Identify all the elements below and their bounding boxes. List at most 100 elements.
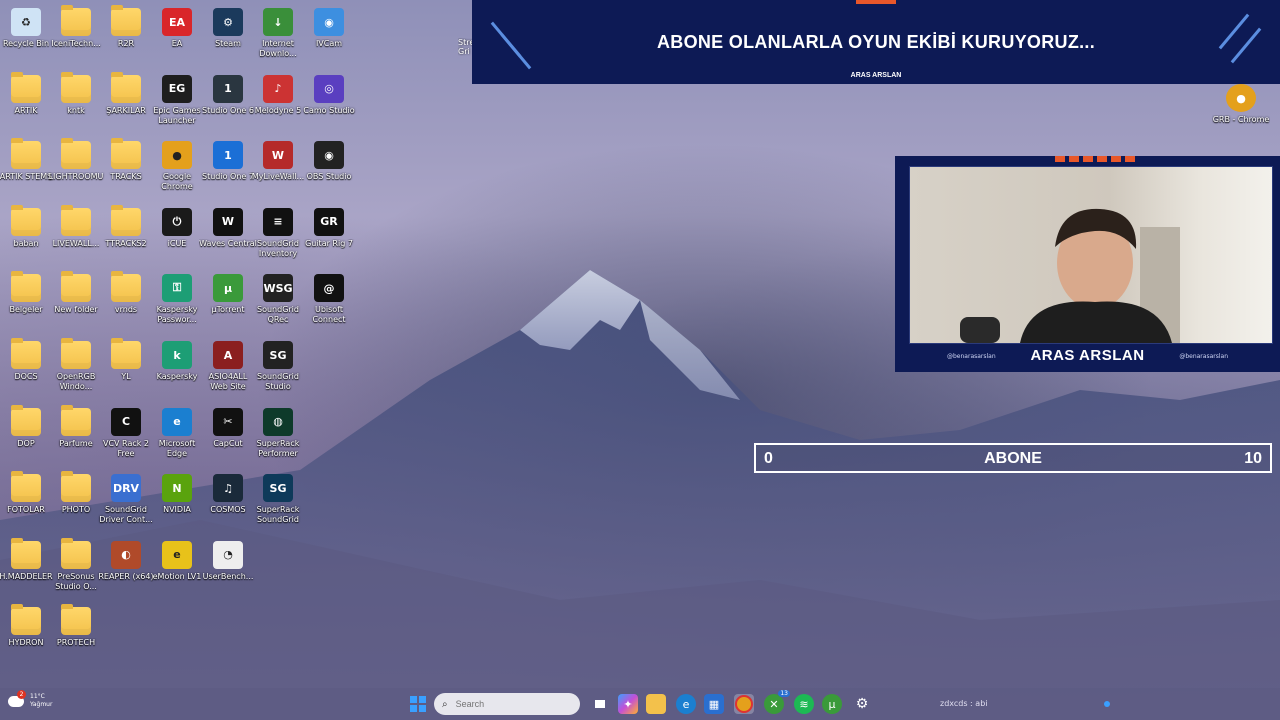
- chrome-button[interactable]: [734, 694, 754, 714]
- webcam-video: [909, 166, 1273, 344]
- desktop-icon[interactable]: GR Guitar Rig 7: [304, 204, 354, 270]
- desktop-icon[interactable]: C VCV Rack 2 Free: [101, 404, 151, 470]
- desktop-icon[interactable]: ● Google Chrome: [152, 137, 202, 203]
- desktop-icon[interactable]: R2R: [101, 4, 151, 70]
- desktop-icon[interactable]: ◉ OBS Studio: [304, 137, 354, 203]
- file-explorer-button[interactable]: [646, 694, 666, 714]
- desktop-icon[interactable]: ♻ Recycle Bin: [1, 4, 51, 70]
- desktop-icon[interactable]: ⚙ Steam: [203, 4, 253, 70]
- desktop-icon[interactable]: ◎ Camo Studio: [303, 71, 355, 137]
- desktop-icon[interactable]: ⚿ Kaspersky Passwor...: [152, 270, 202, 336]
- desktop-icon[interactable]: ✂ CapCut: [203, 404, 253, 470]
- desktop-icon[interactable]: W Waves Central: [199, 204, 257, 270]
- desktop-icon-grb-chrome[interactable]: ● GRB - Chrome: [1213, 80, 1269, 146]
- desktop-icon[interactable]: FOTOLAR: [1, 470, 51, 536]
- desktop-icon-label: SoundGrid Inventory: [257, 238, 299, 258]
- desktop-icon-label: SuperRack Performer: [256, 438, 300, 458]
- desktop-icon[interactable]: A ASIO4ALL Web Site: [203, 337, 253, 403]
- folder-icon: [61, 604, 91, 636]
- desktop-icon[interactable]: Belgeler: [1, 270, 51, 336]
- desktop-icon[interactable]: W MyLiveWall...: [252, 137, 304, 203]
- desktop-icon[interactable]: vrnds: [101, 270, 151, 336]
- desktop-icon[interactable]: DRV SoundGrid Driver Cont...: [99, 470, 153, 536]
- edge-button[interactable]: e: [676, 694, 696, 714]
- desktop-icon[interactable]: TRACKS: [101, 137, 151, 203]
- desktop-icon[interactable]: DOP: [1, 404, 51, 470]
- desktop-icon[interactable]: ◍ SuperRack Performer: [253, 404, 303, 470]
- desktop-icon[interactable]: baban: [1, 204, 51, 270]
- desktop-icon[interactable]: PHOTO: [51, 470, 101, 536]
- desktop-icon-label: NVIDIA: [163, 505, 191, 515]
- desktop-icon[interactable]: e Microsoft Edge: [152, 404, 202, 470]
- desktop-icon[interactable]: ⏻ iCUE: [152, 204, 202, 270]
- desktop-icon[interactable]: @ Ubisoft Connect: [304, 270, 354, 336]
- tray-indicator[interactable]: [1104, 701, 1110, 707]
- icue-icon: ⏻: [162, 207, 192, 236]
- desktop-icon[interactable]: OpenRGB Windo...: [51, 337, 101, 403]
- search-input[interactable]: [453, 698, 548, 710]
- desktop-icon[interactable]: ◐ REAPER (x64): [98, 537, 154, 603]
- start-button[interactable]: [408, 694, 428, 714]
- desktop-icon[interactable]: ARTIK: [1, 71, 51, 137]
- desktop-icon[interactable]: EA EA: [152, 4, 202, 70]
- desktop-icon[interactable]: LIGHTROOMU: [49, 137, 103, 203]
- folder-icon: [11, 204, 41, 236]
- desktop-icon[interactable]: WSG SoundGrid QRec: [253, 270, 303, 336]
- xbox-button[interactable]: ✕ 13: [764, 690, 790, 714]
- xbox-icon: ✕: [769, 697, 779, 711]
- person-silhouette: [960, 208, 1180, 343]
- desktop-icon[interactable]: e eMotion LV1: [152, 537, 202, 603]
- taskbar-search[interactable]: ⌕: [434, 693, 580, 715]
- desktop-icon[interactable]: H.MADDELER: [0, 537, 53, 603]
- desktop-icon[interactable]: SG SoundGrid Studio: [253, 337, 303, 403]
- userbench-icon: ◔: [213, 540, 243, 569]
- desktop-icon[interactable]: µ µTorrent: [203, 270, 253, 336]
- task-view-button[interactable]: [590, 694, 610, 714]
- ubisoft-icon: @: [314, 274, 344, 303]
- desktop-icon[interactable]: HYDRON: [1, 603, 51, 669]
- desktop-icon[interactable]: IceniTechn...: [51, 4, 101, 70]
- folder-icon: [11, 604, 41, 636]
- desktop-icon[interactable]: PROTECH: [51, 603, 101, 669]
- desktop-icon[interactable]: k Kaspersky: [152, 337, 202, 403]
- weather-temp: 11°C: [30, 693, 45, 700]
- desktop-icon[interactable]: ARTIK STEMS: [0, 137, 52, 203]
- weather-widget[interactable]: 2 11°C Yağmur: [8, 689, 52, 709]
- desktop-icon[interactable]: ŞARKILAR: [101, 71, 151, 137]
- desktop-icon[interactable]: ♫ COSMOS: [203, 470, 253, 536]
- desktop-icon[interactable]: TTRACKS2: [101, 204, 151, 270]
- search-icon: ⌕: [442, 698, 448, 710]
- desktop-icon-label: vrnds: [114, 305, 138, 315]
- desktop-icon[interactable]: ≡ SoundGrid Inventory: [253, 204, 303, 270]
- utorrent-button[interactable]: µ: [822, 694, 842, 714]
- desktop-icon-partial-left[interactable]: Stre Gri: [458, 38, 472, 56]
- desktop-icon[interactable]: DOCS: [1, 337, 51, 403]
- desktop-icon-label: EA: [171, 39, 183, 48]
- desktop-icon[interactable]: 1 Studio One 6: [202, 71, 254, 137]
- soundgrid-icon: ≡: [263, 207, 293, 236]
- desktop-icon-label: eMotion LV1: [152, 571, 202, 581]
- spotify-button[interactable]: ≋: [794, 694, 814, 714]
- spotify-icon: ≋: [799, 697, 809, 711]
- chrome-icon: ●: [1226, 84, 1256, 112]
- copilot-button[interactable]: ✦: [618, 694, 638, 714]
- soundgrid-icon: WSG: [263, 274, 293, 303]
- folder-icon: [111, 271, 141, 303]
- folder-icon: [11, 537, 41, 569]
- desktop-icon[interactable]: EG Epic Games Launcher: [152, 71, 202, 137]
- desktop-icon[interactable]: N NVIDIA: [152, 470, 202, 536]
- desktop-icon[interactable]: Parfume: [51, 404, 101, 470]
- desktop-icon[interactable]: ↓ Internet Downlo...: [253, 4, 303, 70]
- desktop-icon[interactable]: ♪ Melodyne 5: [253, 71, 303, 137]
- desktop-icon[interactable]: New folder: [51, 270, 101, 336]
- store-button[interactable]: ▦: [704, 694, 724, 714]
- desktop-icon[interactable]: kntk: [51, 71, 101, 137]
- desktop-icon[interactable]: YL: [101, 337, 151, 403]
- desktop-icon[interactable]: PreSonus Studio O...: [51, 537, 101, 603]
- desktop-icon[interactable]: ◉ IVCam: [304, 4, 354, 70]
- desktop-icon[interactable]: 1 Studio One 7: [202, 137, 254, 203]
- desktop-icon[interactable]: SG SuperRack SoundGrid: [253, 470, 303, 536]
- desktop-icon[interactable]: LIVEWALL...: [51, 204, 101, 270]
- desktop-icon[interactable]: ◔ UserBench...: [203, 537, 253, 603]
- settings-button[interactable]: ⚙: [852, 694, 872, 714]
